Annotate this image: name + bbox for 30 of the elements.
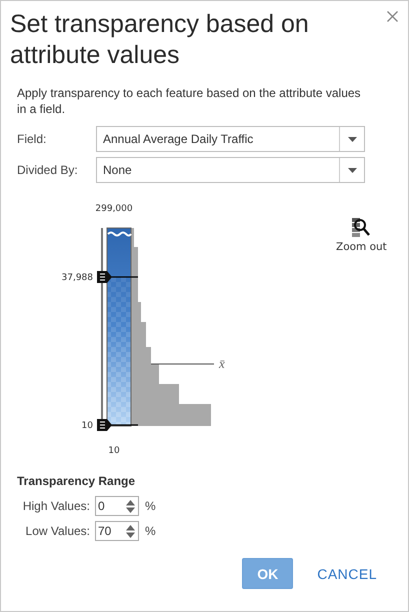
dialog-title: Set transparency based on attribute values [10, 9, 310, 71]
max-value-label: 299,000 [95, 204, 133, 214]
caret-icon [348, 136, 356, 142]
spinner-icon[interactable] [126, 500, 135, 512]
field-label: Divided By: [17, 163, 79, 177]
slider-handle[interactable] [97, 419, 112, 431]
range-label: Low Values: [24, 524, 90, 538]
min-value-label: 10 [108, 446, 120, 456]
slider-handle[interactable] [97, 271, 112, 283]
handle-line [111, 424, 138, 426]
range-label: High Values: [22, 499, 90, 513]
close-icon[interactable] [387, 11, 398, 22]
dropdown[interactable]: None [96, 157, 365, 183]
cancel-button[interactable]: CANCEL [317, 566, 377, 582]
caret-icon [348, 168, 356, 172]
description-text: Apply transparency to each feature based on the attribute values in a field. [17, 85, 362, 117]
section-heading: Transparency Range [17, 474, 136, 488]
handle-line [111, 276, 138, 278]
dropdown[interactable]: Annual Average Daily Traffic [96, 126, 365, 152]
mean-label: x̄ [219, 356, 225, 371]
number-field[interactable]: 0 [95, 496, 139, 516]
number-field[interactable]: 70 [95, 521, 139, 541]
percent-label: % [145, 499, 156, 513]
handle-value-label: 10 [82, 421, 93, 431]
spinner-icon[interactable] [126, 524, 135, 538]
handle-value-label: 37,988 [62, 273, 93, 283]
field-label: Field: [17, 132, 48, 146]
zoom-out-button[interactable]: Zoom out [336, 217, 387, 253]
percent-label: % [145, 524, 156, 538]
zoom-out-icon [351, 217, 372, 239]
